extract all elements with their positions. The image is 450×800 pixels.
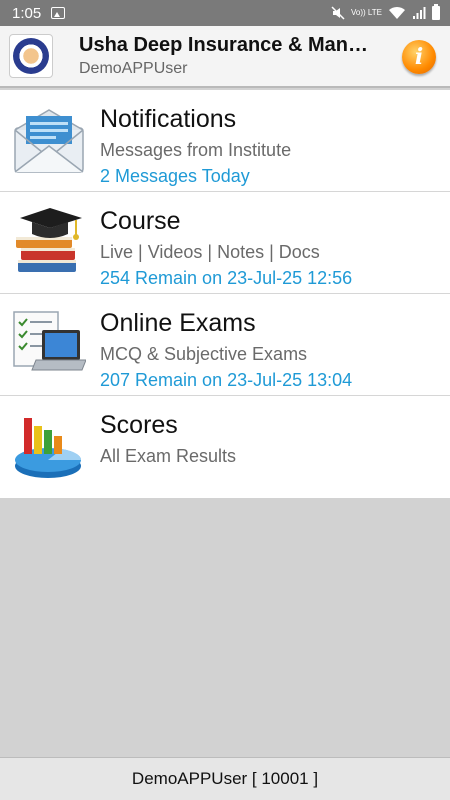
menu-item-text: Online Exams MCQ & Subjective Exams 207 … bbox=[100, 294, 352, 395]
app-bar-titles: Usha Deep Insurance & Man… DemoAPPUser bbox=[79, 34, 379, 78]
signal-icon bbox=[413, 7, 426, 19]
info-icon: i bbox=[414, 44, 424, 70]
footer-bar: DemoAPPUser [ 10001 ] bbox=[0, 757, 450, 800]
laptop-checklist-icon bbox=[12, 306, 87, 380]
menu-item-scores[interactable]: Scores All Exam Results bbox=[0, 396, 450, 498]
menu-item-subtitle: MCQ & Subjective Exams bbox=[100, 344, 308, 364]
volte-indicator: Vo)) LTE bbox=[351, 8, 382, 17]
menu-item-course[interactable]: Course Live | Videos | Notes | Docs 254 … bbox=[0, 192, 450, 294]
menu-item-text: Notifications Messages from Institute 2 … bbox=[100, 90, 291, 191]
footer-user-label: DemoAPPUser [ 10001 ] bbox=[131, 769, 319, 788]
graduation-books-icon bbox=[12, 204, 86, 278]
menu-item-subtitle: Messages from Institute bbox=[100, 140, 292, 160]
menu-item-title: Notifications bbox=[100, 105, 237, 133]
menu-item-text: Scores All Exam Results bbox=[100, 396, 236, 498]
menu-item-notifications[interactable]: Notifications Messages from Institute 2 … bbox=[0, 90, 450, 192]
menu-item-meta: 207 Remain on 23-Jul-25 13:04 bbox=[100, 370, 353, 390]
wifi-icon bbox=[389, 6, 405, 19]
main-menu: Notifications Messages from Institute 2 … bbox=[0, 90, 450, 498]
institute-logo[interactable] bbox=[9, 34, 53, 78]
menu-item-title: Online Exams bbox=[100, 309, 256, 337]
envelope-icon bbox=[12, 102, 86, 176]
menu-item-subtitle: Live | Videos | Notes | Docs bbox=[100, 242, 320, 262]
menu-item-title: Scores bbox=[100, 411, 178, 439]
menu-item-meta: 2 Messages Today bbox=[100, 166, 250, 186]
info-button[interactable]: i bbox=[402, 40, 436, 74]
menu-item-subtitle: All Exam Results bbox=[100, 446, 237, 466]
status-time: 1:05 bbox=[12, 4, 42, 22]
menu-item-meta: 254 Remain on 23-Jul-25 12:56 bbox=[100, 268, 353, 288]
menu-item-title: Course bbox=[100, 207, 181, 235]
gallery-notification-icon bbox=[51, 7, 66, 19]
mute-icon bbox=[331, 6, 345, 20]
status-icons: Vo)) LTE bbox=[331, 4, 440, 20]
status-bar: 1:05 Vo)) LTE bbox=[0, 0, 450, 26]
menu-item-text: Course Live | Videos | Notes | Docs 254 … bbox=[100, 192, 352, 293]
menu-item-online-exams[interactable]: Online Exams MCQ & Subjective Exams 207 … bbox=[0, 294, 450, 396]
app-title: Usha Deep Insurance & Man… bbox=[79, 34, 368, 56]
battery-icon bbox=[432, 4, 440, 20]
app-bar: Usha Deep Insurance & Man… DemoAPPUser i bbox=[0, 26, 450, 88]
institute-seal-icon bbox=[13, 38, 49, 74]
app-subtitle: DemoAPPUser bbox=[79, 60, 188, 77]
chart-icon bbox=[12, 408, 86, 482]
